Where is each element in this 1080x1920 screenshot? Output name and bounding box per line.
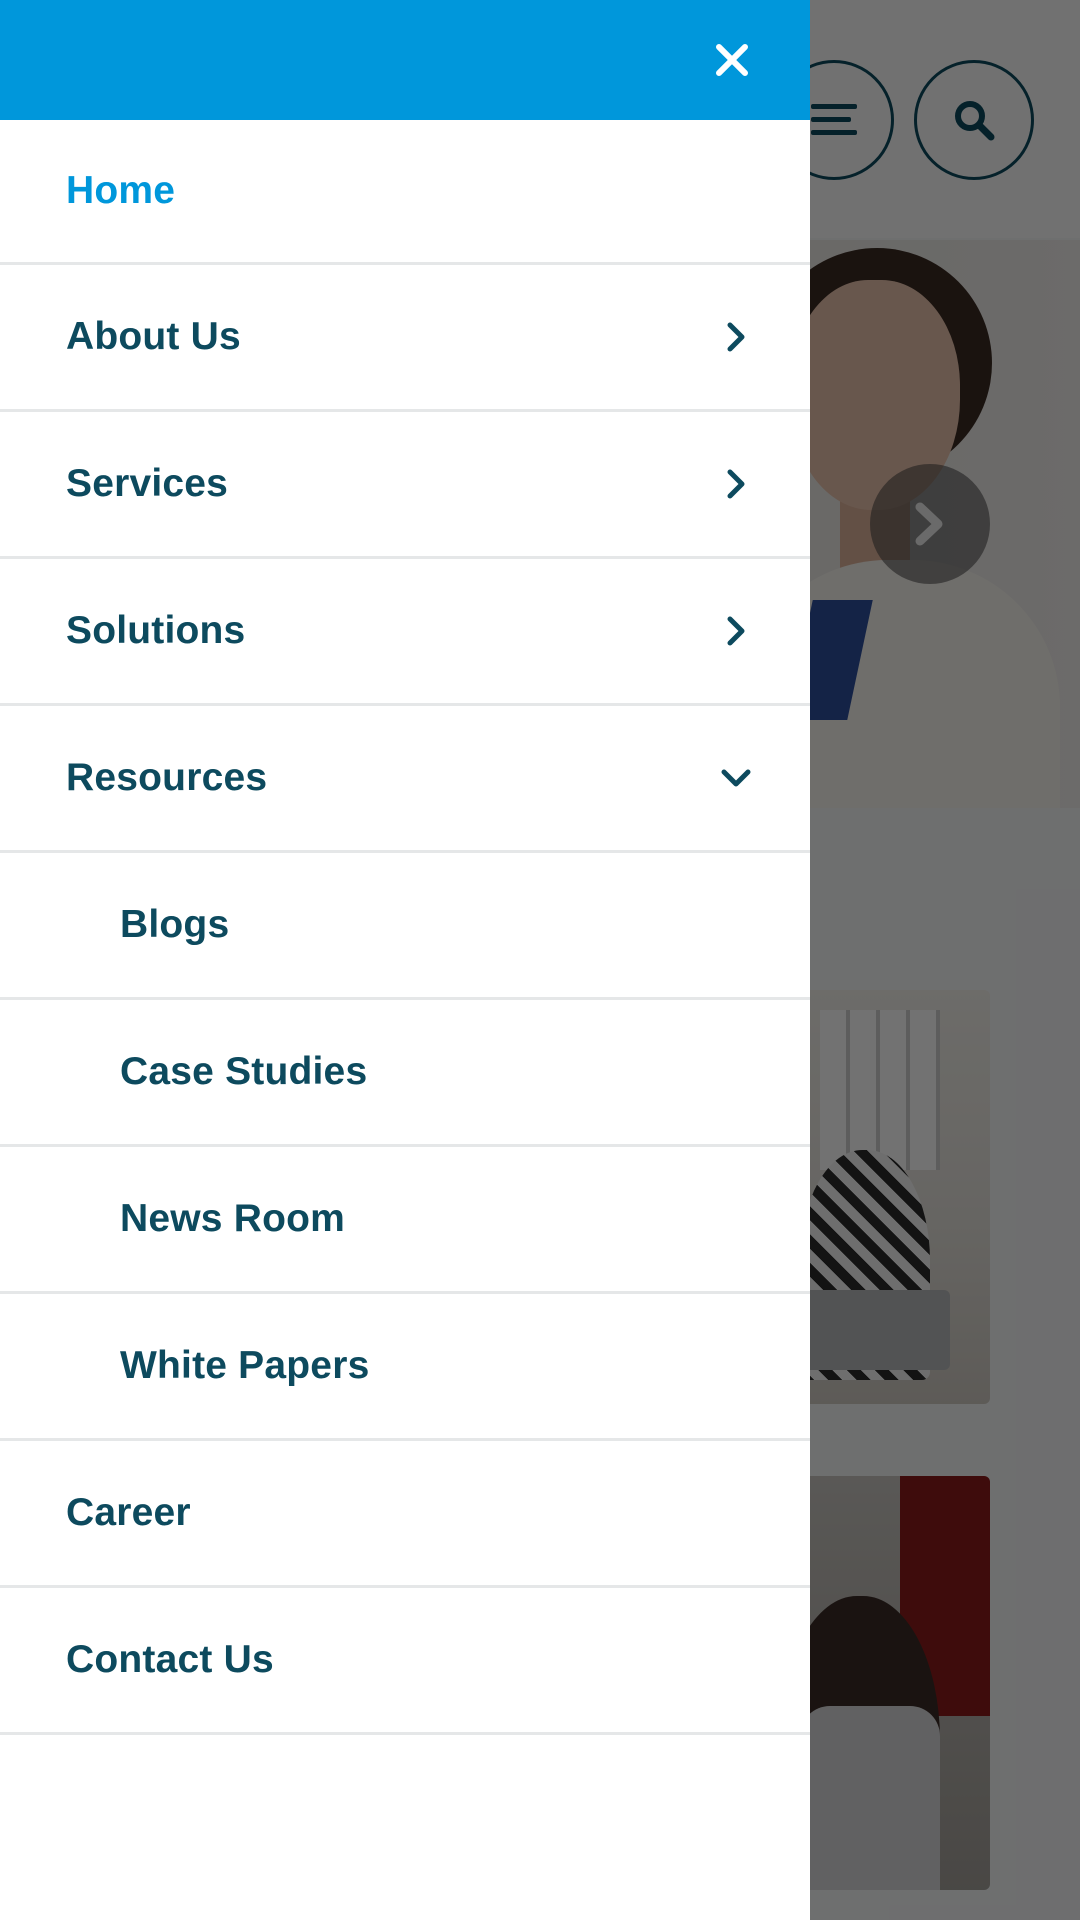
nav-item-solutions[interactable]: Solutions	[0, 559, 810, 706]
nav-subitem-case-studies[interactable]: Case Studies	[0, 1000, 810, 1147]
nav-label: News Room	[120, 1197, 346, 1240]
nav-label: Resources	[66, 756, 268, 799]
nav-item-resources[interactable]: Resources	[0, 706, 810, 853]
chevron-down-icon[interactable]	[718, 760, 754, 796]
nav-label: About Us	[66, 315, 241, 358]
nav-item-home[interactable]: Home	[0, 120, 810, 265]
chevron-right-icon[interactable]	[718, 466, 754, 502]
nav-item-services[interactable]: Services	[0, 412, 810, 559]
nav-subitem-white-papers[interactable]: White Papers	[0, 1294, 810, 1441]
nav-label: Contact Us	[66, 1638, 274, 1681]
nav-subitem-news-room[interactable]: News Room	[0, 1147, 810, 1294]
chevron-right-icon[interactable]	[718, 613, 754, 649]
nav-item-contact-us[interactable]: Contact Us	[0, 1588, 810, 1735]
nav-subitem-blogs[interactable]: Blogs	[0, 853, 810, 1000]
nav-label: White Papers	[120, 1344, 370, 1387]
nav-label: Solutions	[66, 609, 246, 652]
close-icon	[716, 44, 748, 76]
nav-label: Career	[66, 1491, 191, 1534]
nav-item-career[interactable]: Career	[0, 1441, 810, 1588]
nav-item-about-us[interactable]: About Us	[0, 265, 810, 412]
nav-label: Blogs	[120, 903, 230, 946]
nav-label: Case Studies	[120, 1050, 368, 1093]
drawer-header	[0, 0, 810, 120]
nav-label: Home	[66, 169, 176, 212]
close-button[interactable]	[712, 36, 752, 84]
navigation-drawer: Home About Us Services Solutions Resourc…	[0, 0, 810, 1920]
chevron-right-icon[interactable]	[718, 319, 754, 355]
nav-label: Services	[66, 462, 229, 505]
